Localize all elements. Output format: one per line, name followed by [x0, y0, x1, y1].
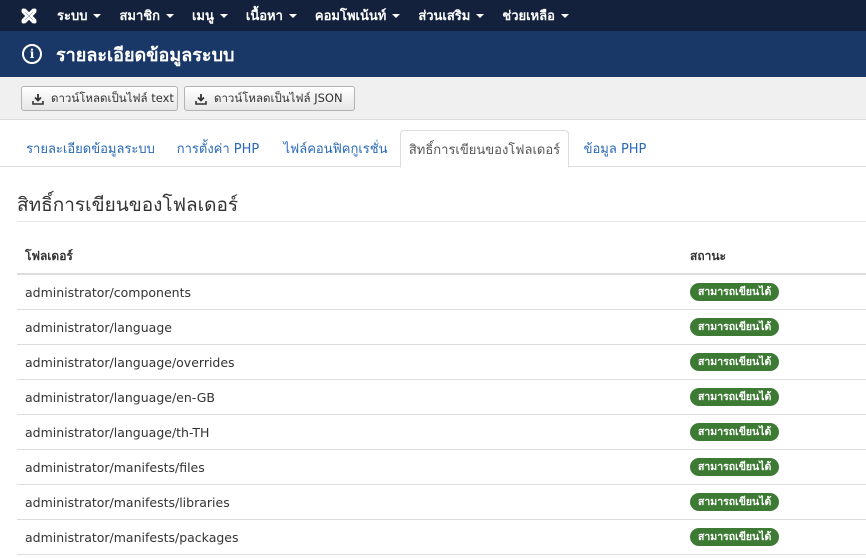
caret-down-icon	[288, 13, 297, 18]
tab-php-settings[interactable]: การตั้งค่า PHP	[166, 130, 270, 167]
download-text-button[interactable]: ดาวน์โหลดเป็นไฟล์ text	[21, 86, 178, 111]
status-badge: สามารถเขียนได้	[690, 528, 780, 546]
nav-menu-menus[interactable]: เมนู	[183, 0, 237, 31]
folder-path: administrator/components	[25, 284, 191, 300]
caret-down-icon	[219, 13, 228, 18]
folder-path: administrator/language/th-TH	[25, 424, 210, 440]
table-row: administrator/components สามารถเขียนได้	[17, 275, 866, 310]
download-text-label: ดาวน์โหลดเป็นไฟล์ text	[51, 90, 174, 105]
joomla-logo-icon[interactable]	[14, 0, 44, 31]
table-row: administrator/language สามารถเขียนได้	[17, 310, 866, 345]
status-badge: สามารถเขียนได้	[690, 353, 780, 371]
folder-path: administrator/manifests/packages	[25, 529, 239, 545]
table-row: administrator/language/th-TH สามารถเขียน…	[17, 415, 866, 450]
page-header: i รายละเอียดข้อมูลระบบ	[0, 31, 866, 77]
page-title: รายละเอียดข้อมูลระบบ	[56, 44, 235, 66]
status-badge: สามารถเขียนได้	[690, 318, 780, 336]
caret-down-icon	[392, 13, 401, 18]
nav-menu-label: ส่วนเสริม	[418, 9, 471, 24]
tab-system-information[interactable]: รายละเอียดข้อมูลระบบ	[17, 130, 164, 167]
table-row: administrator/manifests/libraries สามารถ…	[17, 485, 866, 520]
download-json-button[interactable]: ดาวน์โหลดเป็นไฟล์ JSON	[184, 86, 355, 111]
section-title: สิทธิ์การเขียนของโฟลเดอร์	[17, 194, 239, 216]
status-badge: สามารถเขียนได้	[690, 283, 780, 301]
caret-down-icon	[560, 13, 569, 18]
info-icon: i	[22, 44, 42, 64]
toolbar: ดาวน์โหลดเป็นไฟล์ text ดาวน์โหลดเป็นไฟล์…	[0, 77, 866, 120]
column-header-folder: โฟลเดอร์	[25, 249, 73, 263]
table-row: administrator/language/en-GB สามารถเขียน…	[17, 380, 866, 415]
status-badge: สามารถเขียนได้	[690, 388, 780, 406]
nav-menu-users[interactable]: สมาชิก	[110, 0, 183, 31]
nav-menu-extensions[interactable]: ส่วนเสริม	[409, 0, 493, 31]
nav-menu-label: สมาชิก	[119, 9, 160, 24]
table-row: administrator/manifests/packages สามารถเ…	[17, 520, 866, 555]
nav-menu-label: เนื้อหา	[245, 9, 283, 24]
nav-menu-label: เมนู	[191, 9, 214, 24]
folder-path: administrator/language	[25, 319, 172, 335]
download-icon	[32, 93, 44, 105]
nav-menu-help[interactable]: ช่วยเหลือ	[493, 0, 578, 31]
top-navbar: ระบบ สมาชิก เมนู เนื้อหา คอมโพเน้นท์ ส่ว…	[0, 0, 866, 31]
table-row: administrator/language/overrides สามารถเ…	[17, 345, 866, 380]
tab-configuration-file[interactable]: ไฟล์คอนฟิคกูเรชั่น	[273, 130, 398, 167]
caret-down-icon	[476, 13, 485, 18]
column-header-status: สถานะ	[690, 249, 726, 263]
nav-menu-label: ช่วยเหลือ	[502, 9, 555, 24]
tab-bar: รายละเอียดข้อมูลระบบ การตั้งค่า PHP ไฟล์…	[0, 130, 866, 168]
table-row: administrator/manifests/files สามารถเขีย…	[17, 450, 866, 485]
nav-menu-components[interactable]: คอมโพเน้นท์	[306, 0, 409, 31]
table-header-row: โฟลเดอร์ สถานะ	[17, 240, 866, 275]
status-badge: สามารถเขียนได้	[690, 458, 780, 476]
nav-menu-system[interactable]: ระบบ	[48, 0, 110, 31]
caret-down-icon	[165, 13, 174, 18]
tab-directory-permissions[interactable]: สิทธิ์การเขียนของโฟลเดอร์	[400, 130, 569, 168]
nav-menu-content[interactable]: เนื้อหา	[237, 0, 306, 31]
folder-path: administrator/language/overrides	[25, 354, 235, 370]
download-icon	[195, 93, 207, 105]
nav-menu-label: ระบบ	[57, 9, 88, 24]
folder-path: administrator/language/en-GB	[25, 389, 216, 405]
nav-menu-label: คอมโพเน้นท์	[314, 9, 387, 24]
status-badge: สามารถเขียนได้	[690, 493, 780, 511]
status-badge: สามารถเขียนได้	[690, 423, 780, 441]
download-json-label: ดาวน์โหลดเป็นไฟล์ JSON	[214, 90, 343, 105]
permissions-table: โฟลเดอร์ สถานะ administrator/components …	[17, 240, 866, 555]
caret-down-icon	[93, 13, 102, 18]
folder-path: administrator/manifests/files	[25, 459, 205, 475]
folder-path: administrator/manifests/libraries	[25, 494, 230, 510]
divider	[17, 221, 866, 222]
tab-php-information[interactable]: ข้อมูล PHP	[571, 130, 659, 167]
